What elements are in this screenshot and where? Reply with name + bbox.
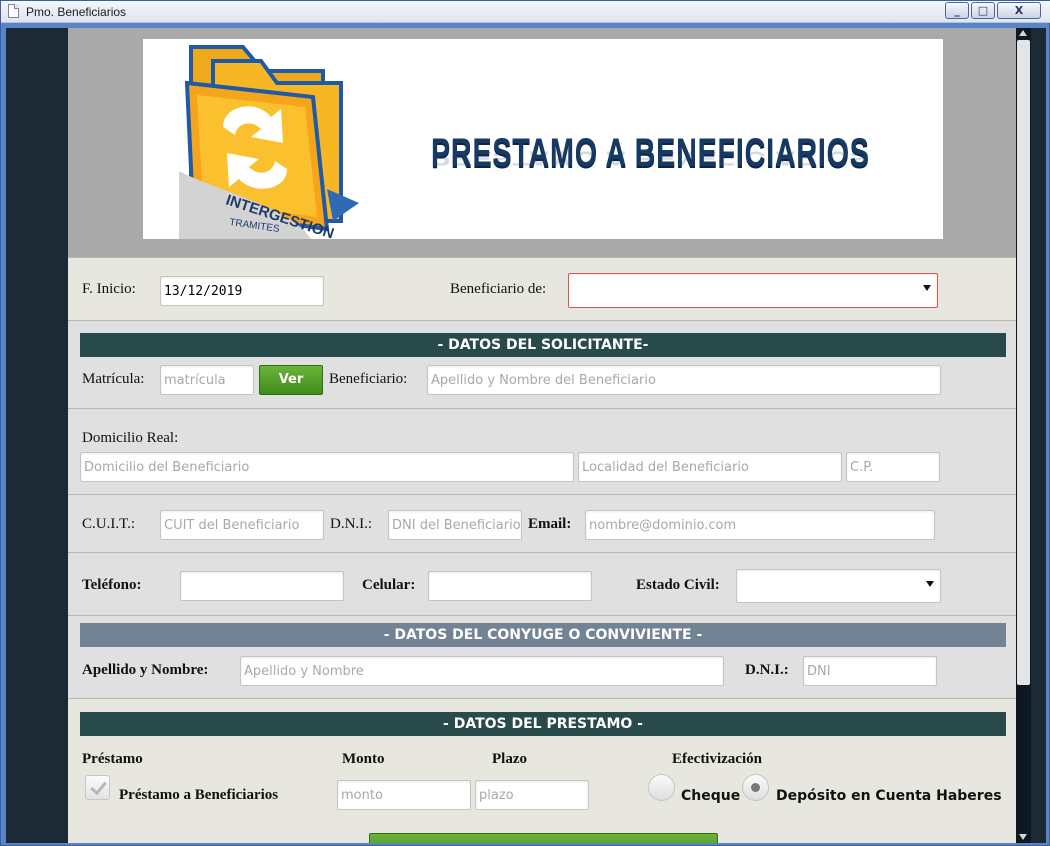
prestamo-label: Préstamo [82, 751, 143, 767]
contacto-section: Teléfono: Celular: Estado Civil: [68, 552, 1023, 615]
plazo-input[interactable]: plazo [475, 780, 589, 810]
ids-section: C.U.I.T.: CUIT del Beneficiario D.N.I.: … [68, 494, 1023, 552]
monto-input[interactable]: monto [337, 780, 471, 810]
celular-input[interactable] [428, 571, 592, 601]
beneficiario-input[interactable]: Apellido y Nombre del Beneficiario [427, 365, 941, 395]
document-icon [8, 4, 19, 18]
matricula-label: Matrícula: [82, 371, 145, 387]
scroll-down-arrow-icon[interactable] [1019, 834, 1027, 840]
scroll-thumb[interactable] [1017, 40, 1030, 685]
prestamo-checkbox[interactable] [85, 775, 110, 800]
start-section: F. Inicio: 13/12/2019 Beneficiario de: [68, 257, 1023, 320]
monto-label: Monto [342, 751, 385, 767]
estado-civil-label: Estado Civil: [636, 577, 720, 593]
domicilio-section: Domicilio Real: Domicilio del Beneficiar… [68, 408, 1023, 494]
conyuge-header: - DATOS DEL CONYUGE O CONVIVIENTE - [80, 623, 1006, 647]
window-client: INTERGESTION TRAMITES PRESTAMO A BENEFIC… [6, 28, 1046, 843]
cheque-label: Cheque [681, 788, 741, 804]
efectivizacion-label: Efectivización [672, 751, 762, 767]
conyuge-dni-input[interactable]: DNI [803, 656, 937, 686]
solicitante-section: - DATOS DEL SOLICITANTE- Matrícula: matr… [68, 320, 1023, 408]
minimize-button[interactable]: _ [945, 2, 969, 19]
email-label: Email: [528, 516, 572, 532]
intergestion-logo: INTERGESTION TRAMITES [179, 45, 359, 239]
cheque-radio[interactable] [648, 774, 675, 801]
conyuge-nombre-label: Apellido y Nombre: [82, 662, 209, 678]
cuit-label: C.U.I.T.: [82, 516, 136, 532]
vertical-scrollbar[interactable] [1016, 28, 1031, 843]
chevron-down-icon [923, 285, 931, 291]
prestamo-header: - DATOS DEL PRESTAMO - [80, 712, 1006, 736]
maximize-button[interactable]: □ [971, 2, 995, 19]
domicilio-input[interactable]: Domicilio del Beneficiario [80, 452, 574, 482]
ver-button[interactable]: Ver [259, 365, 323, 395]
chevron-down-icon [926, 581, 934, 587]
prestamo-tipo-label: Préstamo a Beneficiarios [119, 787, 279, 803]
form-content: INTERGESTION TRAMITES PRESTAMO A BENEFIC… [68, 28, 1023, 843]
plazo-label: Plazo [492, 751, 527, 767]
cuit-input[interactable]: CUIT del Beneficiario [160, 510, 324, 540]
submit-button[interactable] [369, 833, 718, 843]
localidad-input[interactable]: Localidad del Beneficiario [578, 452, 842, 482]
banner-area: INTERGESTION TRAMITES PRESTAMO A BENEFIC… [68, 28, 1023, 257]
celular-label: Celular: [362, 577, 416, 593]
prestamo-section: - DATOS DEL PRESTAMO - Préstamo Monto Pl… [68, 698, 1023, 843]
cp-input[interactable]: C.P. [846, 452, 940, 482]
start-date-input[interactable]: 13/12/2019 [160, 276, 324, 306]
beneficiario-de-select[interactable] [568, 273, 938, 308]
beneficiario-label: Beneficiario: [329, 371, 408, 387]
window-title: Pmo. Beneficiarios [26, 5, 127, 19]
banner: INTERGESTION TRAMITES PRESTAMO A BENEFIC… [143, 39, 943, 239]
banner-title-reflection: PRESTAMO A BENEFICIARIOS [431, 147, 870, 169]
conyuge-nombre-input[interactable]: Apellido y Nombre [240, 656, 724, 686]
title-bar: Pmo. Beneficiarios _ □ X [1, 1, 1050, 23]
telefono-label: Teléfono: [82, 577, 142, 593]
conyuge-dni-label: D.N.I.: [745, 662, 789, 678]
domicilio-label: Domicilio Real: [82, 430, 179, 446]
scroll-up-arrow-icon[interactable] [1019, 30, 1027, 36]
solicitante-header: - DATOS DEL SOLICITANTE- [80, 333, 1006, 357]
estado-civil-select[interactable] [736, 569, 941, 603]
start-date-label: F. Inicio: [82, 281, 136, 297]
telefono-input[interactable] [180, 571, 344, 601]
conyuge-section: - DATOS DEL CONYUGE O CONVIVIENTE - Apel… [68, 615, 1023, 698]
close-button[interactable]: X [997, 2, 1041, 19]
dni-input[interactable]: DNI del Beneficiario [388, 510, 522, 540]
email-input[interactable]: nombre@dominio.com [585, 510, 935, 540]
deposito-label: Depósito en Cuenta Haberes [776, 788, 1002, 804]
beneficiario-de-label: Beneficiario de: [450, 281, 547, 297]
deposito-radio[interactable] [742, 774, 769, 801]
dni-label: D.N.I.: [330, 516, 373, 532]
app-window: Pmo. Beneficiarios _ □ X INTERGESTION TR… [0, 0, 1050, 846]
matricula-input[interactable]: matrícula [160, 365, 254, 395]
